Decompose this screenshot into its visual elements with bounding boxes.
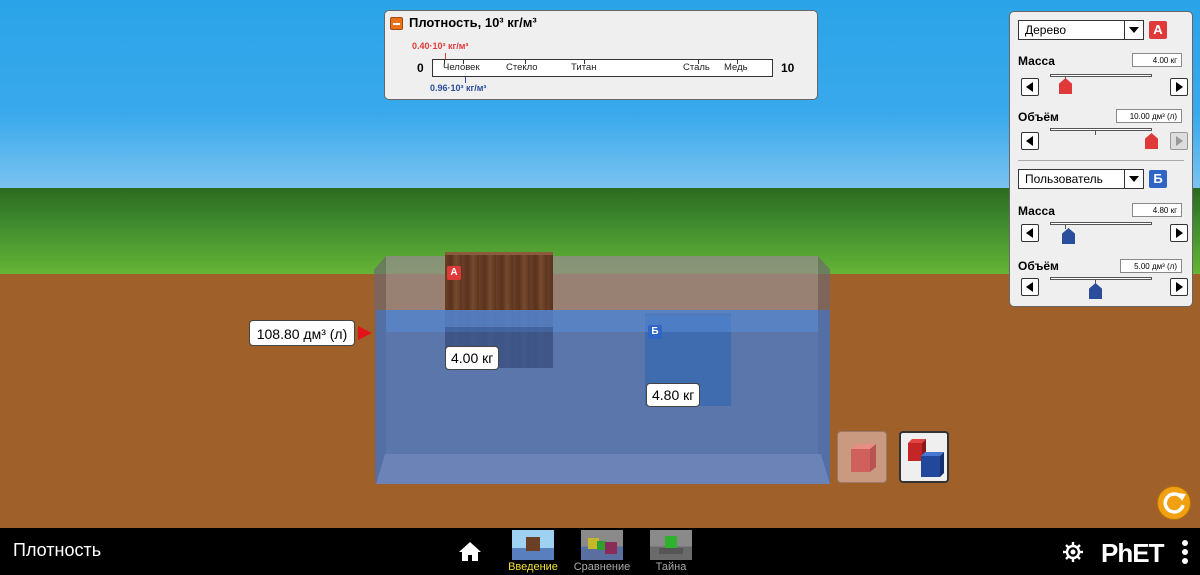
- block-a-mass-label: 4.00 кг: [445, 346, 500, 370]
- block-b-volume-track[interactable]: [1050, 277, 1152, 280]
- purple-block-icon: [605, 542, 617, 554]
- reset-icon: [1163, 492, 1186, 514]
- block-a-volume-thumb[interactable]: [1145, 133, 1158, 149]
- two-blocks-mode-button[interactable]: [899, 431, 949, 483]
- block-a-material-select[interactable]: Дерево: [1018, 20, 1144, 40]
- block-a-material-value: Дерево: [1025, 23, 1067, 37]
- block-a-volume-value: 10.00 дм³ (л): [1116, 109, 1182, 123]
- screen-mystery-label: Тайна: [655, 561, 687, 573]
- pool-volume-arrow: [358, 326, 372, 340]
- panel-divider: [1018, 160, 1184, 161]
- slider-tick: [1095, 131, 1096, 135]
- block-a-mass-title: Масса: [1018, 54, 1055, 68]
- density-material-label: Сталь: [683, 62, 710, 73]
- density-value-a: 0.40·10³ кг/м³: [412, 41, 469, 51]
- home-icon[interactable]: [458, 541, 482, 562]
- density-panel-title: Плотность, 10³ кг/м³: [409, 15, 537, 30]
- screen-compare-label: Сравнение: [573, 561, 631, 573]
- one-block-mode-button[interactable]: [837, 431, 887, 483]
- density-material-label: Титан: [571, 62, 597, 73]
- blocks-control-panel: Дерево А Масса 4.00 кг Объём 10.00 дм³ (…: [1009, 11, 1193, 307]
- block-b-mass-title: Масса: [1018, 204, 1055, 218]
- screen-intro-thumbnail: [512, 530, 554, 560]
- density-material-label: Медь: [724, 62, 748, 73]
- block-a-volume-increment[interactable]: [1170, 132, 1188, 150]
- block-a-mass-decrement[interactable]: [1021, 78, 1039, 96]
- green-block-icon: [665, 536, 677, 548]
- block-b-mass-label: 4.80 кг: [646, 383, 701, 407]
- screen-intro-label: Введение: [508, 561, 558, 573]
- density-material-label: Стекло: [506, 62, 538, 73]
- block-a-tag: А: [447, 266, 461, 280]
- density-scale: [432, 59, 773, 77]
- gear-icon[interactable]: [1062, 541, 1084, 563]
- collapse-icon[interactable]: [390, 17, 403, 30]
- block-a-volume-decrement[interactable]: [1021, 132, 1039, 150]
- block-b-mass-decrement[interactable]: [1021, 224, 1039, 242]
- block-b-material-select[interactable]: Пользователь: [1018, 169, 1144, 189]
- screen-intro-button[interactable]: Введение: [501, 530, 565, 574]
- block-a-mass-value: 4.00 кг: [1132, 53, 1182, 67]
- sim-title: Плотность: [13, 540, 102, 560]
- block-a-mass-increment[interactable]: [1170, 78, 1188, 96]
- single-cube-icon: [851, 444, 876, 472]
- screen-compare-thumbnail: [581, 530, 623, 560]
- block-b-mass-thumb[interactable]: [1062, 228, 1075, 244]
- pool-volume-readout: 108.80 дм³ (л): [249, 320, 355, 346]
- chevron-down-icon: [1124, 170, 1143, 188]
- block-a-volume-track[interactable]: [1050, 128, 1152, 131]
- screen-mystery-button[interactable]: Тайна: [639, 530, 703, 574]
- block-a-mass-thumb[interactable]: [1059, 78, 1072, 94]
- block-b-volume-title: Объём: [1018, 259, 1059, 273]
- block-b-badge: Б: [1149, 170, 1167, 188]
- block-b-volume-decrement[interactable]: [1021, 278, 1039, 296]
- phet-logo[interactable]: PhET: [1101, 538, 1164, 569]
- navigation-bar: Плотность Введение Сравнение Тайна PhET: [0, 528, 1200, 575]
- sim-scene: Плотность, 10³ кг/м³ 0.40·10³ кг/м³ 0 Че…: [0, 0, 1200, 528]
- screen-compare-button[interactable]: Сравнение: [570, 530, 634, 574]
- block-b-mass-value: 4.80 кг: [1132, 203, 1182, 217]
- menu-icon[interactable]: [1181, 539, 1189, 565]
- reset-all-button[interactable]: [1157, 486, 1191, 520]
- block-b-material-value: Пользователь: [1025, 172, 1103, 186]
- pool-floor: [376, 454, 830, 484]
- block-b-volume-increment[interactable]: [1170, 278, 1188, 296]
- block-a-volume-title: Объём: [1018, 110, 1059, 124]
- block-b-mass-increment[interactable]: [1170, 224, 1188, 242]
- density-panel: Плотность, 10³ кг/м³ 0.40·10³ кг/м³ 0 Че…: [384, 10, 818, 100]
- slider-tick: [1065, 225, 1066, 229]
- density-scale-min: 0: [417, 61, 424, 75]
- density-value-b: 0.96·10³ кг/м³: [430, 83, 487, 93]
- two-cubes-icon: [908, 439, 944, 477]
- block-b-volume-thumb[interactable]: [1089, 283, 1102, 299]
- block-b-tag: Б: [648, 325, 662, 339]
- density-scale-max: 10: [781, 61, 795, 75]
- block-b-volume-value: 5.00 дм³ (л): [1120, 259, 1182, 273]
- block-a-badge: А: [1149, 21, 1167, 39]
- wood-block-icon: [526, 537, 540, 551]
- chevron-down-icon: [1124, 21, 1143, 39]
- density-material-label: Человек: [443, 62, 480, 73]
- scale-icon: [659, 548, 683, 554]
- screen-mystery-thumbnail: [650, 530, 692, 560]
